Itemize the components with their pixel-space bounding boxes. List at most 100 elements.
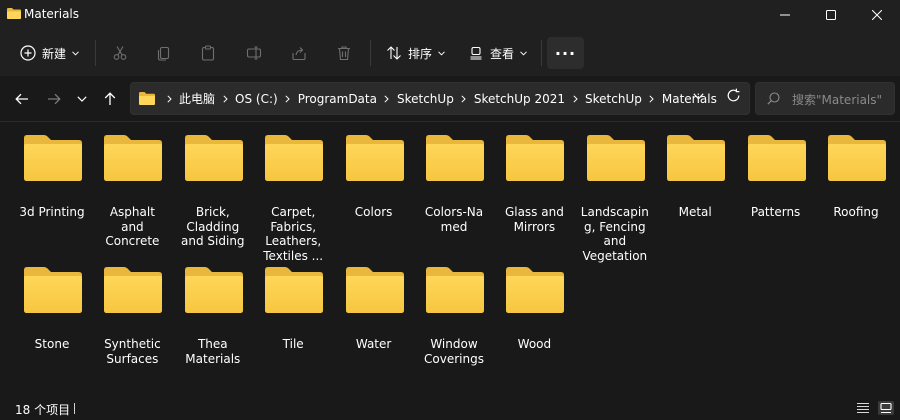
breadcrumb-item[interactable]: SketchUp [397, 92, 454, 106]
view-button[interactable]: 查看 [464, 37, 538, 69]
folder-name: 3d Printing [19, 205, 85, 219]
search-input[interactable]: 搜索"Materials" [755, 82, 895, 115]
chevron-right-icon [215, 94, 235, 103]
folder-name: Carpet, Fabrics, Leathers, Textiles ... [263, 205, 324, 263]
status-divider [74, 403, 75, 414]
folder-icon [426, 267, 484, 313]
folder-name: Tile [282, 337, 304, 351]
folder-icon [586, 135, 645, 181]
close-button[interactable] [854, 0, 900, 30]
folder-item[interactable]: Carpet, Fabrics, Leathers, Textiles ... [253, 135, 333, 263]
folder-item[interactable]: Metal [655, 135, 735, 255]
folder-item[interactable]: Synthetic Surfaces [92, 267, 172, 387]
folder-item[interactable]: Thea Materials [173, 267, 253, 387]
paste-button[interactable] [194, 37, 222, 69]
breadcrumb-item[interactable]: SketchUp 2021 [474, 92, 565, 106]
share-button[interactable] [285, 37, 313, 69]
breadcrumb-item[interactable]: Materials [662, 92, 717, 106]
trash-icon [338, 46, 350, 61]
new-button[interactable]: 新建 [14, 37, 86, 69]
close-icon [872, 10, 882, 20]
forward-button[interactable] [43, 88, 65, 110]
share-icon [292, 47, 306, 61]
folder-name: Patterns [750, 205, 801, 219]
folder-item[interactable]: Wood [494, 267, 574, 387]
folder-item[interactable]: Brick, Cladding and Siding [173, 135, 253, 255]
folder-icon [7, 8, 21, 19]
more-options-button[interactable]: ··· [547, 37, 584, 69]
view-label: 查看 [490, 46, 515, 61]
folder-icon [265, 267, 324, 313]
separator [370, 40, 371, 66]
folder-icon [345, 267, 404, 313]
breadcrumb-item[interactable]: ProgramData [298, 92, 377, 106]
folder-item[interactable]: Water [334, 267, 414, 387]
arrow-left-icon [15, 93, 28, 105]
folder-icon [24, 135, 82, 181]
breadcrumb-item[interactable]: SketchUp [585, 92, 642, 106]
folder-icon [345, 135, 404, 181]
new-label: 新建 [42, 46, 67, 61]
recent-locations-button[interactable] [71, 88, 93, 110]
details-view-icon[interactable] [855, 401, 871, 415]
large-icons-view-icon[interactable] [878, 401, 894, 415]
sort-icon [387, 46, 401, 60]
up-button[interactable] [99, 88, 121, 110]
folder-item[interactable]: Colors-Na med [414, 135, 494, 255]
folder-item[interactable]: 3d Printing [12, 135, 92, 255]
folder-name: Thea Materials [185, 337, 241, 366]
folder-item[interactable]: Tile [253, 267, 333, 387]
scissors-icon [113, 46, 127, 60]
rename-button[interactable] [240, 37, 268, 69]
item-count: 18 个项目 [15, 403, 71, 417]
folder-item[interactable]: Stone [12, 267, 92, 387]
more-label: ··· [554, 43, 577, 63]
folder-name: Glass and Mirrors [504, 205, 564, 234]
folder-item[interactable]: Window Coverings [414, 267, 494, 387]
chevron-right-icon [642, 94, 662, 103]
folder-icon [828, 135, 886, 181]
plus-circle-icon [20, 45, 36, 61]
sort-label: 排序 [408, 46, 433, 61]
cut-button[interactable] [106, 37, 134, 69]
folder-item[interactable]: Asphalt and Concrete [92, 135, 172, 255]
folder-icon [265, 135, 324, 181]
refresh-icon[interactable] [726, 88, 741, 103]
folder-item[interactable]: Colors [334, 135, 414, 255]
folder-icon [426, 135, 484, 181]
clipboard-icon [201, 45, 215, 61]
folder-icon [104, 135, 163, 181]
folder-name: Water [355, 337, 392, 351]
delete-button[interactable] [330, 37, 358, 69]
sort-button[interactable]: 排序 [382, 37, 456, 69]
command-bar: 新建 排序 查看 ··· [0, 30, 900, 76]
maximize-button[interactable] [808, 0, 854, 30]
chevron-right-icon [278, 94, 298, 103]
breadcrumb-item[interactable]: OS (C:) [235, 92, 278, 106]
chevron-right-icon [159, 94, 179, 103]
folder-name: Metal [678, 205, 712, 219]
folder-icon [24, 267, 82, 313]
folder-name: Asphalt and Concrete [105, 205, 160, 249]
address-row: 此电脑 OS (C:) ProgramData SketchUp SketchU… [0, 76, 900, 122]
folder-item[interactable]: Patterns [736, 135, 816, 255]
folder-icon [184, 267, 243, 313]
address-bar[interactable]: 此电脑 OS (C:) ProgramData SketchUp SketchU… [130, 82, 750, 115]
back-button[interactable] [11, 88, 33, 110]
folder-item[interactable]: Glass and Mirrors [494, 135, 574, 255]
window-title: Materials [24, 7, 80, 21]
breadcrumb-item[interactable]: 此电脑 [179, 90, 215, 107]
rename-icon [246, 46, 262, 60]
folder-icon [184, 135, 243, 181]
folder-name: Colors-Na med [424, 205, 484, 234]
folder-icon [506, 267, 565, 313]
chevron-down-icon [438, 50, 445, 56]
folder-item[interactable]: Landscapin g, Fencing and Vegetation [575, 135, 655, 263]
folder-item[interactable]: Roofing [816, 135, 896, 255]
chevron-down-icon [77, 96, 87, 102]
minimize-button[interactable] [762, 0, 808, 30]
copy-button[interactable] [150, 37, 178, 69]
chevron-down-icon[interactable] [693, 93, 704, 100]
folder-icon [104, 267, 163, 313]
chevron-right-icon [454, 94, 474, 103]
